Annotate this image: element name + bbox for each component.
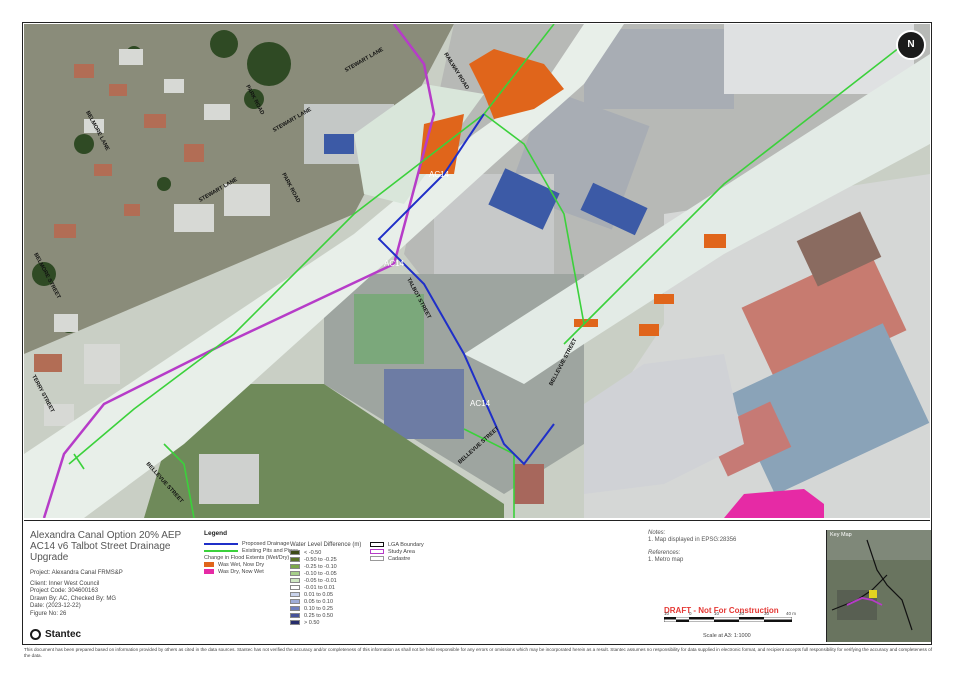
key-map: Key Map [826, 530, 931, 642]
figure-number: Figure No: 26 [30, 610, 67, 617]
scale-note: Scale at A3: 1:1000 [703, 633, 751, 639]
wld-swatch [290, 557, 300, 562]
scale-tick: 40 m [786, 611, 797, 616]
legend-study-area: Study Area [370, 548, 424, 555]
wld-label: -0.05 to -0.01 [304, 577, 337, 584]
wld-label: -0.25 to -0.10 [304, 563, 337, 570]
wld-row: 0.25 to 0.50 [290, 612, 361, 619]
wld-swatch [290, 613, 300, 618]
drawn-by: Drawn By: AC, Checked By: MG [30, 595, 117, 602]
title-line-3: Upgrade [30, 552, 69, 563]
wld-swatch [290, 571, 300, 576]
wld-swatch [290, 550, 300, 555]
wld-row: -0.10 to -0.05 [290, 570, 361, 577]
project-code: Project Code: 304600163 [30, 588, 99, 595]
wld-row: -0.05 to -0.01 [290, 577, 361, 584]
wld-row: -0.01 to 0.01 [290, 584, 361, 591]
water-level-legend: Water Level Difference (m) < -0.50 -0.50 … [290, 542, 361, 626]
wld-swatch [290, 599, 300, 604]
date: Date: (2023-12-22) [30, 603, 81, 610]
building-shed [514, 464, 544, 504]
north-arrow-icon: N [896, 30, 926, 60]
legend-title: Legend [204, 530, 228, 537]
wld-row: -0.50 to -0.25 [290, 556, 361, 563]
disclaimer: This document has been prepared based on… [24, 647, 933, 658]
green-roof [354, 294, 424, 364]
map-title: Alexandra Canal Option 20% AEP AC14 v6 T… [30, 530, 200, 563]
map-view[interactable]: AC14 AC14 AC14 RAILWAY ROAD STEWART LANE… [24, 24, 930, 518]
wld-label: 0.10 to 0.25 [304, 605, 334, 612]
wld-row: > 0.50 [290, 619, 361, 626]
wld-row: -0.25 to -0.10 [290, 563, 361, 570]
wld-label: 0.25 to 0.50 [304, 612, 334, 619]
reference-1: 1. Metro map [648, 557, 684, 563]
stantec-logo-text: Stantec [45, 629, 82, 640]
stantec-logo: Stantec [30, 629, 81, 640]
scale-bar [664, 617, 792, 622]
ac14-label-1: AC14 [429, 170, 450, 179]
references-heading: References: [648, 550, 681, 556]
key-map-label: Key Map [830, 532, 852, 538]
wld-swatch [290, 606, 300, 611]
wld-label: 0.05 to 0.10 [304, 598, 334, 605]
scale-tick: 20 [739, 611, 745, 616]
client-name: Client: Inner West Council [30, 580, 100, 587]
scale-tick: 10 [714, 611, 720, 616]
key-map-canvas [827, 530, 931, 642]
building-sw [199, 454, 259, 504]
title-line-2: AC14 v6 Talbot Street Drainage [30, 541, 171, 552]
wld-row: 0.10 to 0.25 [290, 605, 361, 612]
title-line-1: Alexandra Canal Option 20% AEP [30, 530, 182, 541]
wld-label: > 0.50 [304, 619, 320, 626]
wld-swatch [290, 578, 300, 583]
wld-label: -0.50 to -0.25 [304, 556, 337, 563]
map-canvas: AC14 AC14 AC14 RAILWAY ROAD STEWART LANE… [24, 24, 930, 518]
wld-swatch [290, 620, 300, 625]
wld-rows: < -0.50 -0.50 to -0.25 -0.25 to -0.10 -0.10… [290, 549, 361, 626]
wld-row: 0.05 to 0.10 [290, 598, 361, 605]
draft-label: DRAFT - Not For Construction [664, 606, 779, 615]
wld-label: < -0.50 [304, 549, 322, 556]
scale-tick: 0 [689, 611, 692, 616]
note-1: 1. Map displayed in EPSG:28356 [648, 537, 737, 543]
boundary-legend: LGA Boundary Study Area Cadastre [370, 541, 424, 562]
wld-row: 0.01 to 0.05 [290, 591, 361, 598]
scale-tick: 30 [764, 611, 770, 616]
north-arrow-letter: N [907, 39, 915, 50]
ac14-label-2: AC14 [384, 259, 405, 268]
project-name: Project: Alexandra Canal FRMS&P [30, 570, 123, 576]
ac14-label-3: AC14 [470, 399, 491, 408]
legend-cadastre: Cadastre [370, 555, 424, 562]
blue-roof [384, 369, 464, 439]
wld-swatch [290, 585, 300, 590]
wld-title: Water Level Difference (m) [290, 542, 362, 548]
scale-tick: 10 [664, 611, 670, 616]
legend-lga-boundary: LGA Boundary [370, 541, 424, 548]
wld-swatch [290, 592, 300, 597]
project-info: Project: Alexandra Canal FRMS&P Client: … [30, 570, 200, 619]
notes-block: Notes: 1. Map displayed in EPSG:28356 Re… [648, 530, 736, 564]
stantec-logo-icon [30, 629, 41, 640]
wld-label: 0.01 to 0.05 [304, 591, 334, 598]
wld-row: < -0.50 [290, 549, 361, 556]
wld-label: -0.01 to 0.01 [304, 584, 335, 591]
notes-heading: Notes: [648, 530, 666, 536]
wld-label: -0.10 to -0.05 [304, 570, 337, 577]
wld-swatch [290, 564, 300, 569]
